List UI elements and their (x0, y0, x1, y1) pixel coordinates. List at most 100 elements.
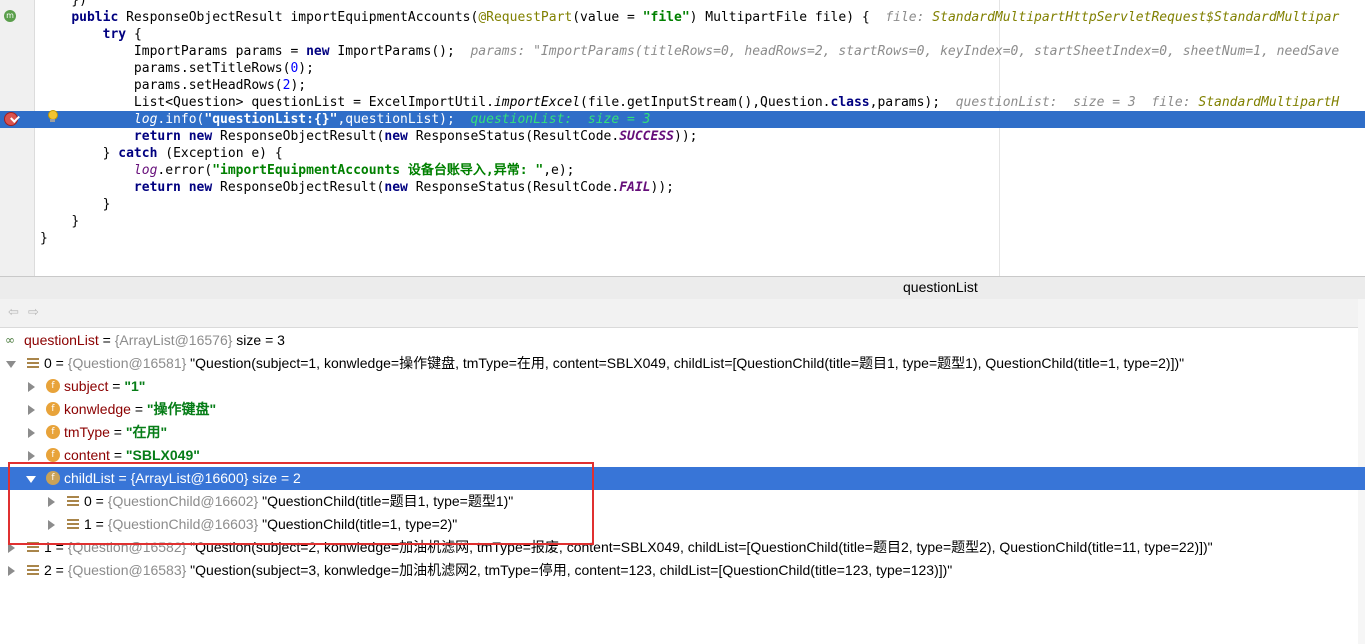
code-token: new (384, 129, 416, 144)
method-breakpoint-icon[interactable]: m (4, 10, 16, 22)
code-token: )); (674, 129, 698, 144)
field-name: tmType (64, 424, 110, 440)
code-line[interactable]: }) (0, 0, 1365, 9)
equals-sign: = (91, 516, 108, 532)
code-line[interactable]: List<Question> questionList = ExcelImpor… (0, 94, 1365, 111)
lightbulb-base (50, 119, 55, 122)
tree-row-child[interactable]: 0 = {QuestionChild@16602} "QuestionChild… (0, 490, 1365, 513)
code-token: "questionList:{}" (204, 112, 338, 127)
code-token: log (133, 112, 158, 127)
tree-row-field[interactable]: f content = "SBLX049" (0, 444, 1365, 467)
code-line[interactable]: } (0, 213, 1365, 230)
expand-arrow-icon[interactable] (26, 476, 36, 483)
collapse-arrow-icon[interactable] (48, 520, 55, 530)
collapse-arrow-icon[interactable] (28, 405, 35, 415)
list-item-icon (27, 565, 39, 575)
code-token: ResponseStatus(ResultCode. (415, 180, 620, 195)
code-token: (value = (572, 10, 643, 25)
tree-row-childlist[interactable]: f childList = {ArrayList@16600} size = 2 (0, 467, 1365, 490)
code-token: file: (885, 10, 933, 25)
list-item-icon (27, 542, 39, 552)
tree-row-field[interactable]: f subject = "1" (0, 375, 1365, 398)
code-token: }) (71, 0, 87, 8)
collapse-arrow-icon[interactable] (8, 566, 15, 576)
var-name: 0 (44, 355, 52, 371)
code-text: params.setHeadRows(2); (40, 77, 306, 94)
list-item-icon (67, 519, 79, 529)
code-token: .info( (157, 112, 205, 127)
code-token: (file.getInputStream(),Question. (580, 95, 831, 110)
code-token: ,params); (869, 95, 956, 110)
tree-row-item-0[interactable]: 0 = {Question@16581} "Question(subject=1… (0, 352, 1365, 375)
tree-row-item-1[interactable]: 1 = {Question@16582} "Question(subject=2… (0, 536, 1365, 559)
code-line[interactable]: } (0, 230, 1365, 247)
code-line[interactable]: } catch (Exception e) { (0, 145, 1365, 162)
var-ref: {QuestionChild@16602} (107, 493, 259, 509)
equals-sign: = (109, 447, 126, 463)
forward-arrow-icon[interactable]: ⇨ (28, 306, 42, 320)
var-name: 2 (44, 562, 52, 578)
var-name: 0 (84, 493, 92, 509)
code-line[interactable]: log.error("importEquipmentAccounts 设备台账导… (0, 162, 1365, 179)
code-text: } (40, 230, 48, 247)
code-token: ResponseStatus(ResultCode. (415, 129, 620, 144)
list-item-icon (27, 358, 39, 368)
panel-title: questionList (903, 279, 978, 295)
code-line[interactable]: ImportParams params = new ImportParams()… (0, 43, 1365, 60)
code-token: @RequestPart (478, 10, 573, 25)
code-token: } (71, 214, 80, 229)
collapse-arrow-icon[interactable] (28, 382, 35, 392)
code-token: params.setTitleRows( (133, 61, 291, 76)
tree-row-child[interactable]: 1 = {QuestionChild@16603} "QuestionChild… (0, 513, 1365, 536)
collapse-arrow-icon[interactable] (8, 543, 15, 553)
code-line[interactable]: public ResponseObjectResult importEquipm… (0, 9, 1365, 26)
code-token: .error( (157, 163, 213, 178)
code-line-current[interactable]: log.info("questionList:{}",questionList)… (0, 111, 1365, 128)
var-name: 1 (44, 539, 52, 555)
tree-row-field[interactable]: f tmType = "在用" (0, 421, 1365, 444)
tree-row-item-2[interactable]: 2 = {Question@16583} "Question(subject=3… (0, 559, 1365, 582)
tree-row-field[interactable]: f konwledge = "操作键盘" (0, 398, 1365, 421)
back-arrow-icon[interactable]: ⇦ (8, 306, 22, 320)
code-line[interactable]: params.setTitleRows(0); (0, 60, 1365, 77)
code-token: StandardMultipartH (1198, 95, 1340, 110)
code-token: ); (290, 78, 307, 93)
code-line[interactable]: params.setHeadRows(2); (0, 77, 1365, 94)
expand-arrow-icon[interactable] (6, 361, 16, 368)
var-ref: {Question@16583} (67, 562, 187, 578)
tree-row-root[interactable]: ∞ questionList = {ArrayList@16576} size … (0, 329, 1365, 352)
collapse-arrow-icon[interactable] (28, 451, 35, 461)
code-text: } catch (Exception e) { (40, 145, 283, 162)
equals-sign: = (109, 424, 126, 440)
code-token: catch (118, 146, 166, 161)
field-name: childList (64, 470, 115, 486)
var-ref: {ArrayList@16600} (130, 470, 249, 486)
code-text: return new ResponseObjectResult(new Resp… (40, 128, 698, 145)
code-line[interactable]: return new ResponseObjectResult(new Resp… (0, 128, 1365, 145)
code-token: params.setHeadRows( (133, 78, 283, 93)
code-editor[interactable]: }) public ResponseObjectResult importEqu… (0, 0, 1365, 276)
field-name: subject (64, 378, 109, 394)
equals-sign: = (51, 562, 68, 578)
breakpoint-icon[interactable] (4, 112, 20, 126)
code-token: } (102, 146, 119, 161)
field-icon: f (46, 379, 60, 393)
code-text: } (40, 196, 111, 213)
var-size: size = 2 (248, 470, 301, 486)
code-token: FAIL (619, 180, 651, 195)
collapse-arrow-icon[interactable] (28, 428, 35, 438)
collapse-arrow-icon[interactable] (48, 497, 55, 507)
equals-sign: = (98, 332, 115, 348)
code-line[interactable]: return new ResponseObjectResult(new Resp… (0, 179, 1365, 196)
code-line[interactable]: } (0, 196, 1365, 213)
code-token: ImportParams params = (133, 44, 307, 59)
code-lines: }) public ResponseObjectResult importEqu… (0, 0, 1365, 247)
field-value: "在用" (125, 424, 168, 440)
code-token: questionList: size = 3 file: (955, 95, 1199, 110)
code-token: ResponseObjectResult( (220, 180, 385, 195)
code-line[interactable]: try { (0, 26, 1365, 43)
